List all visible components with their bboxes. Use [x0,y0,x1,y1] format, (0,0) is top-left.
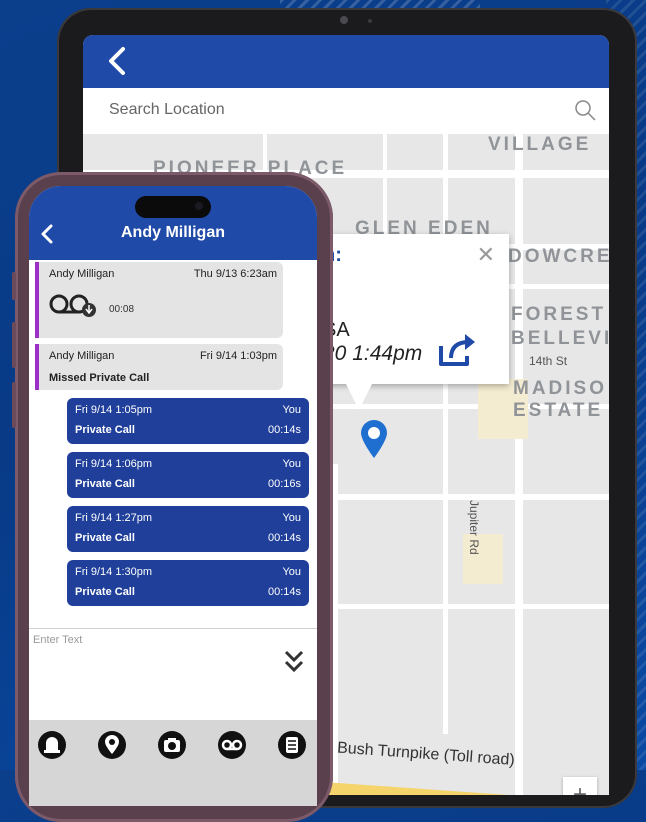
message-timestamp: Fri 9/14 1:05pm [75,404,153,416]
camera-icon[interactable] [157,730,187,760]
call-type: Private Call [75,586,135,598]
conversation-title: Andy Milligan [121,224,225,241]
tablet-camera [340,16,348,24]
call-type: Private Call [75,532,135,544]
search-icon[interactable] [573,98,597,122]
message-timestamp: Fri 9/14 1:27pm [75,512,153,524]
call-duration: 00:16s [267,478,301,490]
incoming-missed-call-message[interactable]: Andy Milligan Fri 9/14 1:03pm Missed Pri… [35,344,283,390]
message-sender: You [282,512,301,524]
popup-timestamp: 20 1:44pm [323,342,423,365]
notes-icon[interactable] [277,730,307,760]
voicemail-play-icon[interactable] [49,292,101,318]
message-timestamp: Thu 9/13 6:23am [193,268,277,280]
map-label-jupiter-rd: Jupiter Rd [467,500,481,555]
tablet-sensor [368,19,372,23]
incoming-voicemail-message[interactable]: Andy Milligan Thu 9/13 6:23am 00:08 [35,262,283,338]
outgoing-call-message[interactable]: Fri 9/14 1:06pm You Private Call 00:16s [67,452,309,498]
alert-icon[interactable] [37,730,67,760]
location-pin-icon[interactable] [359,419,389,459]
dynamic-island [135,196,211,218]
phone-screen: Andy Milligan Andy Milligan Thu 9/13 6:2… [29,186,317,806]
message-timestamp: Fri 9/14 1:30pm [75,566,153,578]
sender-name: Andy Milligan [49,268,115,280]
phone-header: Andy Milligan [29,186,317,260]
phone-side-button [12,382,16,428]
map-label-toll-road: ge Bush Turnpike (Toll road) [314,738,516,769]
call-duration: 00:14s [267,424,301,436]
phone-device: Andy Milligan Andy Milligan Thu 9/13 6:2… [12,172,333,822]
outgoing-call-message[interactable]: Fri 9/14 1:30pm You Private Call 00:14s [67,560,309,606]
map-label-dowcre: DOWCRE [508,246,609,267]
close-icon[interactable]: ✕ [477,242,495,268]
message-sender: You [282,458,301,470]
location-popup: n: ✕ SA 20 1:44pm [323,234,509,384]
popup-pointer [345,382,373,410]
bottom-toolbar [29,720,317,806]
map-road [515,134,523,795]
share-icon[interactable] [437,332,477,368]
map-label-village: VILLAGE [488,134,592,155]
outgoing-call-message[interactable]: Fri 9/14 1:27pm You Private Call 00:14s [67,506,309,552]
message-timestamp: Fri 9/14 1:06pm [75,458,153,470]
message-timestamp: Fri 9/14 1:03pm [199,350,277,362]
search-input[interactable]: Search Location [109,101,225,119]
call-duration: 00:14s [267,586,301,598]
call-type: Private Call [75,478,135,490]
map-label-estate: ESTATE [513,400,604,421]
message-input[interactable]: Enter Text [33,634,82,646]
search-bar[interactable]: Search Location [83,88,609,135]
location-icon[interactable] [97,730,127,760]
sender-name: Andy Milligan [49,350,115,362]
phone-side-button [12,272,16,300]
voicemail-duration: 00:08 [109,304,135,315]
tablet-header [83,35,609,88]
phone-side-button [12,322,16,368]
map-label-14th-st: 14th St [529,354,568,368]
message-sender: You [282,566,301,578]
map-label-bellevi: BELLEVI [511,328,609,349]
call-type: Private Call [75,424,135,436]
message-sender: You [282,404,301,416]
composer-divider [29,628,317,629]
outgoing-call-message[interactable]: Fri 9/14 1:05pm You Private Call 00:14s [67,398,309,444]
call-duration: 00:14s [267,532,301,544]
missed-call-text: Missed Private Call [49,372,150,384]
zoom-in-button[interactable]: + [563,777,597,795]
map-label-forest: FOREST [511,304,607,325]
chevron-double-down-icon[interactable] [283,648,305,674]
map-label-madiso: MADISO [513,378,607,399]
back-icon[interactable] [105,43,129,79]
voicemail-icon[interactable] [217,730,247,760]
